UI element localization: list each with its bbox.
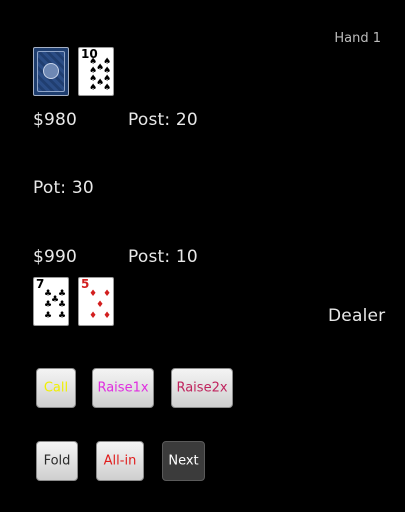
card-back-emblem-icon: [43, 63, 59, 79]
call-button-label: Call: [43, 380, 69, 396]
card-pips: ♠ ♠ ♠ ♠ ♠ ♠ ♠ ♠ ♠ ♠: [87, 58, 112, 93]
player-card-five-of-diamonds: 5 ♦ ♦ ♦ ♦ ♦: [78, 277, 114, 326]
suit-pip-icon: ♣: [58, 300, 67, 310]
raise1x-button-label: Raise1x: [97, 380, 149, 396]
fold-button[interactable]: Fold: [36, 441, 78, 481]
suit-pip-icon: ♠: [103, 83, 112, 93]
raise2x-button[interactable]: Raise2x: [171, 368, 233, 408]
next-button[interactable]: Next: [162, 441, 205, 481]
call-button[interactable]: Call: [36, 368, 76, 408]
opponent-card-face-down: [33, 47, 69, 96]
opponent-post: Post: 20: [128, 110, 198, 130]
next-button-label: Next: [168, 453, 199, 469]
card-pips: ♣ ♣ ♣ ♣ ♣ ♣ ♣: [42, 288, 66, 322]
player-card-seven-of-clubs: 7 ♣ ♣ ♣ ♣ ♣ ♣ ♣: [33, 277, 69, 326]
suit-pip-icon: ♦: [96, 300, 105, 310]
suit-pip-icon: ♣: [44, 300, 53, 310]
suit-pip-icon: ♣: [58, 311, 67, 321]
opponent-card-ten-of-spades: 10 ♠ ♠ ♠ ♠ ♠ ♠ ♠ ♠ ♠ ♠: [78, 47, 114, 96]
dealer-label: Dealer: [328, 306, 386, 326]
fold-button-label: Fold: [43, 453, 71, 469]
suit-pip-icon: ♠: [89, 83, 98, 93]
opponent-stack: $980: [33, 110, 78, 130]
player-post: Post: 10: [128, 247, 198, 267]
suit-pip-icon: ♦: [89, 289, 98, 299]
card-pips: ♦ ♦ ♦ ♦ ♦: [87, 288, 111, 322]
suit-pip-icon: ♣: [58, 289, 67, 299]
raise1x-button[interactable]: Raise1x: [92, 368, 154, 408]
pot-amount: Pot: 30: [33, 178, 94, 198]
all-in-button-label: All-in: [103, 453, 137, 469]
suit-pip-icon: ♣: [44, 311, 53, 321]
suit-pip-icon: ♦: [103, 311, 112, 321]
player-stack: $990: [33, 247, 78, 267]
all-in-button[interactable]: All-in: [96, 441, 144, 481]
suit-pip-icon: ♦: [89, 311, 98, 321]
raise2x-button-label: Raise2x: [176, 380, 228, 396]
suit-pip-icon: ♦: [103, 289, 112, 299]
hand-number-label: Hand 1: [334, 31, 381, 46]
